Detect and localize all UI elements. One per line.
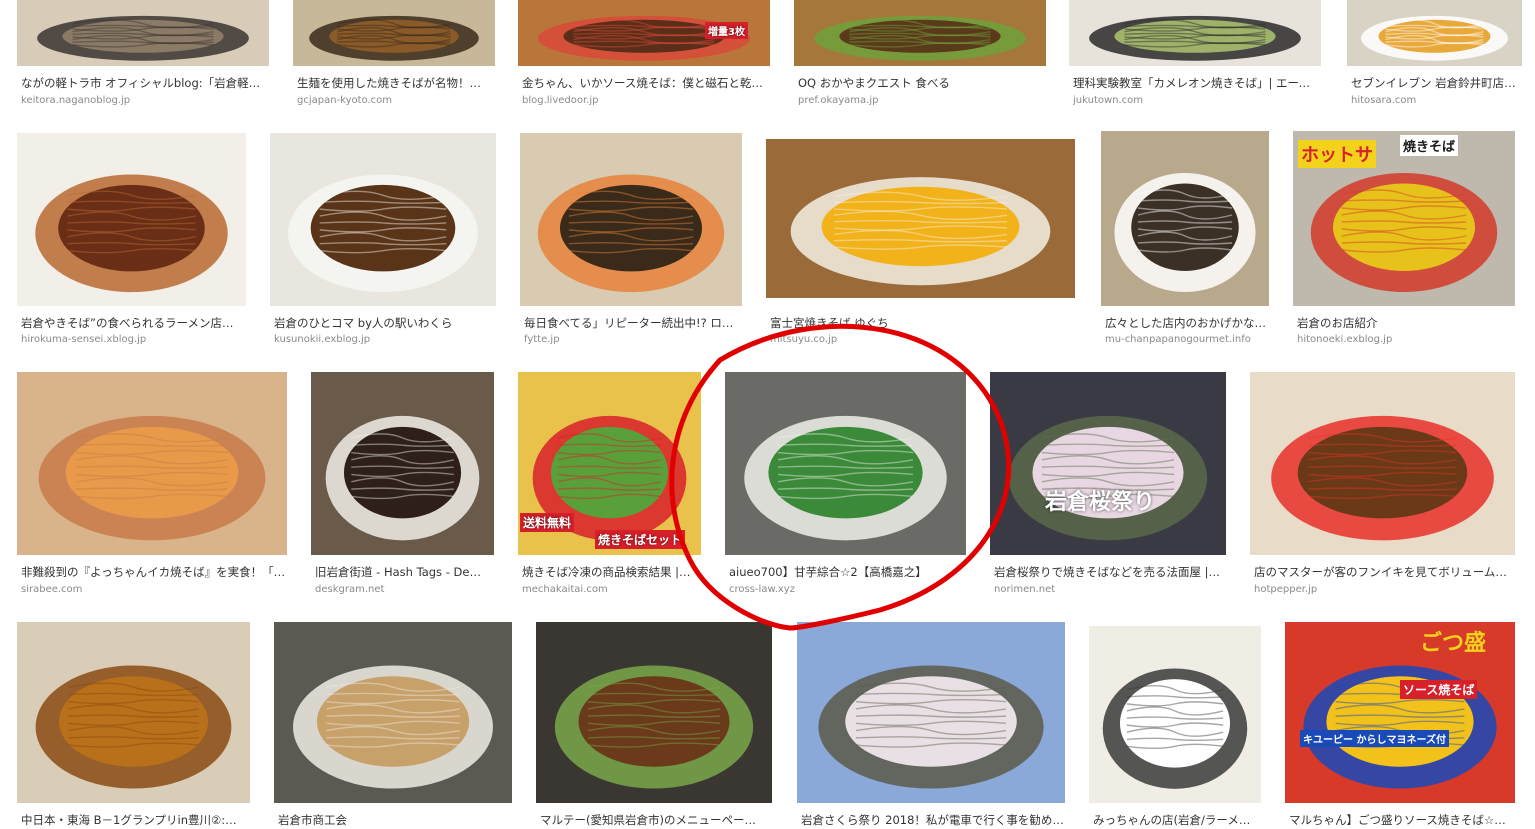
result-caption[interactable]: 旧岩倉街道 - Hash Tags - De… — [315, 565, 494, 579]
gotsumori-label: ごつ盛 — [1420, 631, 1487, 656]
result-source-domain[interactable]: blog.livedoor.jp — [522, 95, 770, 107]
result-thumbnail[interactable] — [274, 622, 512, 803]
result-thumbnail[interactable] — [1101, 131, 1269, 306]
result-source-domain[interactable]: hotpepper.jp — [1254, 584, 1515, 596]
result-thumbnail[interactable] — [794, 0, 1046, 66]
result-source-domain[interactable]: norimen.net — [994, 584, 1226, 596]
result-caption[interactable]: ながの軽トラ市 オフィシャルblog:「岩倉軽トラ… — [21, 76, 269, 90]
result-source-domain[interactable]: sirabee.com — [21, 584, 287, 596]
result-thumbnail[interactable] — [17, 622, 250, 803]
result-thumbnail[interactable] — [766, 139, 1075, 298]
result-thumbnail[interactable] — [1250, 372, 1515, 555]
result-thumbnail[interactable] — [990, 372, 1226, 555]
result-caption[interactable]: 富士宮焼きそば ゆぐち — [770, 316, 1075, 330]
result-caption[interactable]: 非難殺到の『よっちゃんイカ焼そば』を実食！「逆… — [21, 565, 287, 579]
result-caption[interactable]: 岩倉やきそば”の食べられるラーメン店… — [21, 316, 246, 330]
result-caption[interactable]: 理科実験教室「カメレオン焼きそば」| エース… — [1073, 76, 1321, 90]
result-source-domain[interactable]: fytte.jp — [524, 334, 742, 346]
result-source-domain[interactable]: jukutown.com — [1073, 95, 1321, 107]
result-source-domain[interactable]: hitonoeki.exblog.jp — [1297, 334, 1515, 346]
result-caption[interactable]: 中日本・東海 B－1グランプリin豊川②:… — [21, 813, 250, 827]
result-source-domain[interactable]: deskgram.net — [315, 584, 494, 596]
result-caption[interactable]: 広々とした店内のおかげかな… — [1105, 316, 1269, 330]
result-thumbnail[interactable] — [17, 372, 287, 555]
result-caption[interactable]: 岩倉さくら祭り 2018！私が電車で行く事を勧め… — [801, 813, 1065, 827]
image-results-grid: ながの軽トラ市 オフィシャルblog:「岩倉軽トラ… keitora.nagano… — [0, 0, 1535, 829]
result-thumbnail[interactable] — [270, 133, 496, 306]
result-caption[interactable]: 岩倉桜祭りで焼きそばなどを売る法面屋 |… — [994, 565, 1226, 579]
result-thumbnail[interactable] — [1089, 626, 1261, 803]
yakisoba-set-label: 焼きそばセット — [595, 530, 686, 549]
cup-badge: 増量3枚 — [705, 22, 748, 39]
sakura-festival-text: 岩倉桜祭り — [1045, 490, 1156, 515]
shop-banner-yakisoba: 焼きそば — [1400, 135, 1459, 156]
result-source-domain[interactable]: mitsuyu.co.jp — [770, 334, 1075, 346]
result-thumbnail[interactable] — [725, 372, 966, 555]
result-thumbnail[interactable] — [536, 622, 772, 803]
result-caption[interactable]: 金ちゃん、いかソース焼そば：僕と磁石と乾… — [522, 76, 770, 90]
result-source-domain[interactable]: pref.okayama.jp — [798, 95, 1046, 107]
sauce-yakisoba-label: ソース焼そば — [1400, 680, 1478, 699]
result-source-domain[interactable]: hitosara.com — [1351, 95, 1522, 107]
result-caption[interactable]: 店のマスターが客のフンイキを見てボリュームを… — [1254, 565, 1515, 579]
result-thumbnail[interactable] — [520, 133, 742, 306]
result-source-domain[interactable]: hirokuma-sensei.xblog.jp — [21, 334, 246, 346]
result-caption[interactable]: みっちゃんの店(岩倉/ラーメ… — [1093, 813, 1261, 827]
result-source-domain[interactable]: kusunokii.exblog.jp — [274, 334, 496, 346]
result-thumbnail[interactable] — [797, 622, 1065, 803]
result-caption[interactable]: OQ おかやまクエスト 食べる — [798, 76, 1046, 90]
result-caption[interactable]: aiueo700】甘芋綜合☆2【高橋嘉之】 — [729, 565, 966, 579]
result-source-domain[interactable]: cross-law.xyz — [729, 584, 966, 596]
result-caption[interactable]: 岩倉のお店紹介 — [1297, 316, 1515, 330]
result-caption[interactable]: マルテー(愛知県岩倉市)のメニューペー… — [540, 813, 772, 827]
result-thumbnail[interactable] — [311, 372, 494, 555]
result-caption[interactable]: 岩倉市商工会 — [278, 813, 512, 827]
result-source-domain[interactable]: mu-chanpapanogourmet.info — [1105, 334, 1269, 346]
mayo-label: キユーピー からしマヨネーズ付 — [1300, 730, 1449, 747]
result-source-domain[interactable]: mechakaitai.com — [522, 584, 701, 596]
result-thumbnail[interactable] — [293, 0, 495, 66]
result-source-domain[interactable]: keitora.naganoblog.jp — [21, 95, 269, 107]
hot-shop-sign: ホットサ — [1298, 140, 1376, 168]
result-caption[interactable]: セブンイレブン 岩倉鈴井町店… — [1351, 76, 1522, 90]
result-thumbnail[interactable] — [17, 133, 246, 306]
result-caption[interactable]: 生麺を使用した焼きそばが名物！… — [297, 76, 495, 90]
result-thumbnail[interactable] — [1347, 0, 1522, 66]
result-caption[interactable]: 毎日食べてる」リピーター続出中!? ロー… — [524, 316, 742, 330]
result-caption[interactable]: マルちゃん】ごつ盛りソース焼きそば☆キ… — [1289, 813, 1515, 827]
result-caption[interactable]: 焼きそば冷凍の商品検索結果 |… — [522, 565, 701, 579]
result-thumbnail[interactable] — [17, 0, 269, 66]
result-thumbnail[interactable] — [1069, 0, 1321, 66]
result-caption[interactable]: 岩倉のひとコマ by人の駅いわくら — [274, 316, 496, 330]
result-source-domain[interactable]: gcjapan-kyoto.com — [297, 95, 495, 107]
free-shipping-label: 送料無料 — [520, 513, 575, 532]
